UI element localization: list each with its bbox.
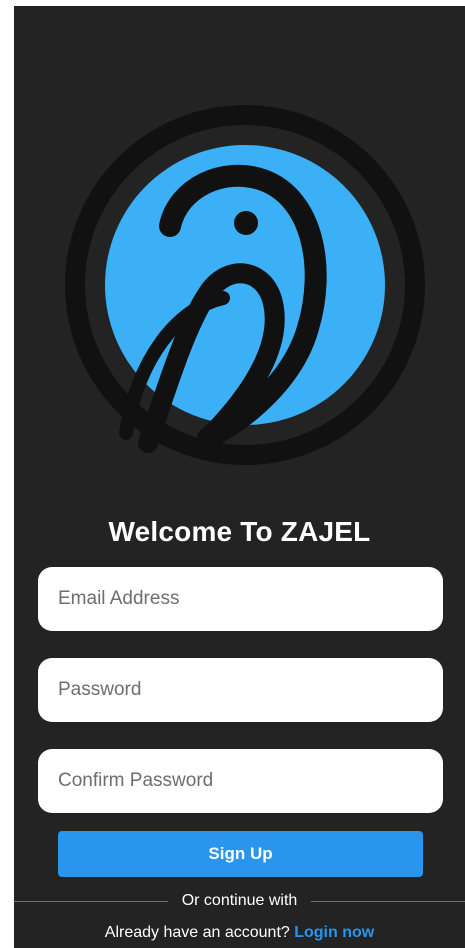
login-prompt: Already have an account? Login now [14,924,465,942]
confirm-password-field[interactable] [38,749,443,813]
confirm-password-input[interactable] [58,770,423,792]
bird-logo-icon [65,105,425,465]
login-prompt-text: Already have an account? [104,924,290,941]
divider-line-right [311,900,465,902]
divider-line-left [14,900,168,902]
continue-with-divider: Or continue with [14,890,465,912]
sign-up-button[interactable]: Sign Up [58,831,423,877]
email-field[interactable] [38,567,443,631]
password-field[interactable] [38,658,443,722]
signup-screen: Welcome To ZAJEL Sign Up Or continue wit… [14,6,465,948]
login-now-link[interactable]: Login now [294,924,374,941]
email-input[interactable] [58,588,423,610]
divider-label: Or continue with [181,892,298,909]
page-title: Welcome To ZAJEL [108,516,371,547]
password-input[interactable] [58,679,423,701]
